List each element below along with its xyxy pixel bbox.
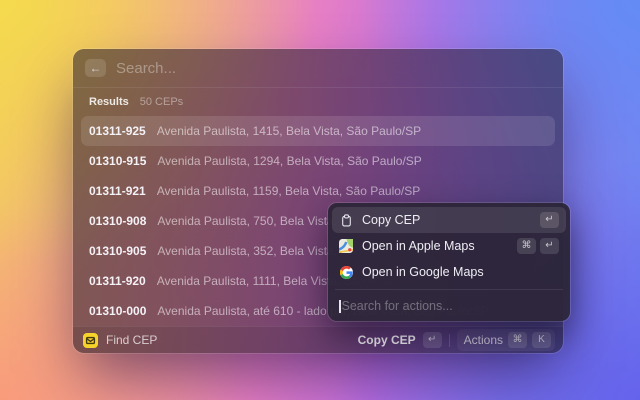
- app-name-label: Find CEP: [106, 333, 157, 347]
- action-bar: Find CEP Copy CEP ↵ Actions ⌘ K: [73, 326, 563, 353]
- footer-actions: Copy CEP ↵ Actions ⌘ K: [358, 329, 555, 351]
- search-bar: ←: [73, 49, 563, 88]
- clipboard-icon: [339, 213, 353, 227]
- desktop-background: ← Results 50 CEPs 01311-925 Avenida Paul…: [0, 0, 640, 400]
- cep-address: Avenida Paulista, 1294, Bela Vista, São …: [157, 154, 421, 168]
- list-item[interactable]: 01310-915 Avenida Paulista, 1294, Bela V…: [81, 146, 555, 176]
- mail-icon: [85, 335, 96, 346]
- cep-code: 01311-921: [89, 184, 146, 198]
- actions-label: Actions: [464, 333, 503, 347]
- action-shortcut: ⌘ ↵: [517, 238, 559, 254]
- cep-code: 01311-925: [89, 124, 146, 138]
- cmd-keycap: ⌘: [517, 238, 536, 254]
- actions-search-input[interactable]: [342, 299, 560, 313]
- cep-code: 01311-920: [89, 274, 146, 288]
- action-item-copy-cep[interactable]: Copy CEP ↵: [332, 207, 566, 233]
- list-item[interactable]: 01311-925 Avenida Paulista, 1415, Bela V…: [81, 116, 555, 146]
- action-label: Open in Google Maps: [362, 265, 484, 279]
- cep-code: 01310-000: [89, 304, 146, 318]
- google-maps-icon: [339, 265, 353, 279]
- results-header: Results 50 CEPs: [73, 88, 563, 113]
- enter-keycap: ↵: [540, 238, 559, 254]
- action-label: Copy CEP: [362, 213, 420, 227]
- cep-code: 01310-915: [89, 154, 146, 168]
- actions-menu-button[interactable]: Actions ⌘ K: [457, 329, 555, 351]
- cep-address: Avenida Paulista, 1415, Bela Vista, São …: [157, 124, 421, 138]
- footer-divider: [449, 334, 450, 347]
- cep-code: 01310-905: [89, 244, 146, 258]
- action-label: Open in Apple Maps: [362, 239, 475, 253]
- k-keycap: K: [532, 332, 551, 348]
- results-count: 50 CEPs: [140, 96, 183, 108]
- primary-action-button[interactable]: Copy CEP: [358, 333, 416, 347]
- cep-code: 01310-908: [89, 214, 146, 228]
- action-item-apple-maps[interactable]: Open in Apple Maps ⌘ ↵: [332, 233, 566, 259]
- enter-keycap: ↵: [423, 332, 442, 348]
- action-item-google-maps[interactable]: Open in Google Maps: [332, 259, 566, 285]
- cmd-keycap: ⌘: [508, 332, 527, 348]
- back-arrow-icon: ←: [90, 62, 102, 74]
- apple-maps-icon: [339, 239, 353, 253]
- text-caret: [339, 300, 341, 313]
- back-button[interactable]: ←: [85, 59, 106, 77]
- list-item[interactable]: 01311-921 Avenida Paulista, 1159, Bela V…: [81, 176, 555, 206]
- search-input[interactable]: [116, 60, 551, 77]
- results-label: Results: [89, 96, 129, 108]
- popup-divider: [335, 289, 563, 290]
- action-shortcut: ↵: [540, 212, 559, 228]
- find-cep-app-icon: [83, 333, 98, 348]
- actions-panel: Copy CEP ↵ Open in Apple Maps ⌘ ↵: [328, 203, 570, 321]
- enter-keycap: ↵: [540, 212, 559, 228]
- cep-address: Avenida Paulista, 1159, Bela Vista, São …: [157, 184, 421, 198]
- actions-search: [332, 295, 566, 317]
